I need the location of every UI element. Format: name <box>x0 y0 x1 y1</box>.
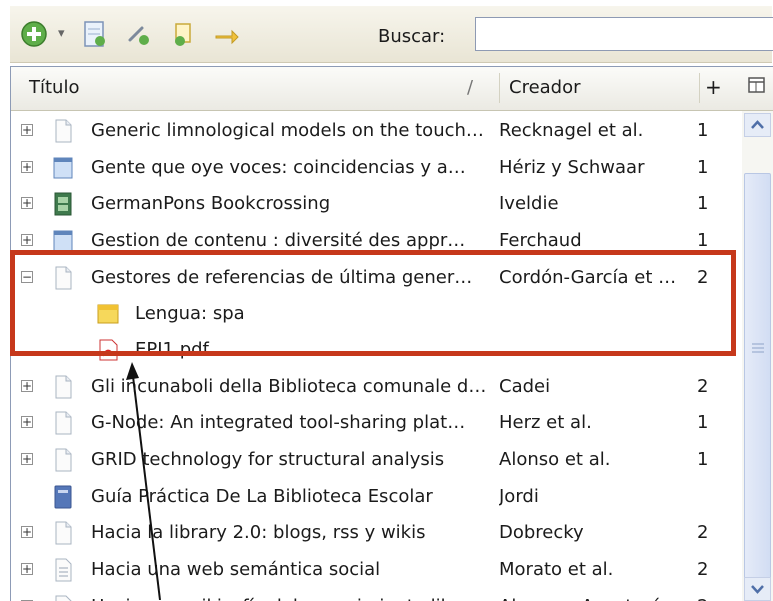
item-attachment-count: 2 <box>697 559 709 580</box>
item-row[interactable]: + GRID technology for structural analysis… <box>11 442 741 478</box>
item-creator: Cadei <box>499 375 551 397</box>
attach-link-icon[interactable] <box>122 18 154 50</box>
new-item-icon[interactable] <box>18 18 50 50</box>
toolbar: ▾ Buscar: <box>10 6 773 63</box>
item-row[interactable]: +Hacia una wikisofía del conocimiento li… <box>11 589 741 601</box>
column-creator-header[interactable]: Creador <box>509 77 581 98</box>
scroll-down-button[interactable] <box>744 577 771 601</box>
column-picker-icon[interactable] <box>746 73 768 101</box>
item-row[interactable]: − Gestores de referencias de última gener… <box>11 260 741 296</box>
column-title-header[interactable]: Título <box>29 77 79 98</box>
item-row[interactable]: Guía Práctica De La Biblioteca Escolar Jo… <box>11 479 741 515</box>
item-creator: Recknagel et al. <box>499 120 644 141</box>
item-attachment-count: 2 <box>697 596 708 601</box>
item-attachment-count: 2 <box>697 266 709 288</box>
dropdown-arrow-icon[interactable]: ▾ <box>58 26 65 41</box>
expand-toggle-icon[interactable]: + <box>21 197 33 210</box>
item-row[interactable]: + Gestion de contenu : diversité des appr… <box>11 223 741 259</box>
item-creator: Alonso et al. <box>499 448 611 470</box>
column-add-button[interactable]: + <box>705 75 722 99</box>
child-item-row[interactable]: Lengua: spa <box>11 297 741 331</box>
column-header: Título / Creador + <box>11 67 773 111</box>
collapse-toggle-icon[interactable]: − <box>21 270 33 283</box>
new-note-icon[interactable] <box>78 18 110 50</box>
expand-toggle-icon[interactable]: + <box>21 452 33 465</box>
item-title: Guía Práctica De La Biblioteca Escolar <box>91 485 433 507</box>
note-icon <box>95 302 121 326</box>
item-attachment-count: 1 <box>697 156 709 178</box>
item-attachment-count: 1 <box>697 230 709 252</box>
expand-toggle-icon[interactable]: + <box>21 234 33 247</box>
item-title: Hacia una web semántica social <box>91 559 381 580</box>
child-item-label: Lengua: spa <box>135 302 245 324</box>
item-title: Gestores de referencias de última gener… <box>91 266 473 288</box>
document-icon <box>51 447 75 473</box>
grip-icon <box>752 343 764 353</box>
pdf-icon <box>95 338 121 362</box>
item-title: Gente que oye voces: coincidencias y a… <box>91 156 466 178</box>
attach-file-icon[interactable] <box>166 18 198 50</box>
item-title: Hacia la library 2.0: blogs, rss y wikis <box>91 522 426 544</box>
report-icon <box>51 557 75 583</box>
webpage-icon <box>51 228 75 254</box>
document-icon <box>51 520 75 546</box>
item-creator: Iveldie <box>499 193 559 215</box>
document-icon <box>51 265 75 291</box>
column-separator[interactable] <box>699 73 700 103</box>
item-attachment-count: 1 <box>697 193 709 215</box>
book-icon <box>51 484 75 510</box>
item-row[interactable]: + GermanPons Bookcrossing Iveldie 1 <box>11 186 741 222</box>
sort-indicator: / <box>467 77 474 98</box>
item-attachment-count: 2 <box>697 375 709 397</box>
document-icon <box>51 118 75 144</box>
item-creator: Ferchaud <box>499 230 582 252</box>
chevron-up-icon <box>751 120 764 129</box>
item-row[interactable]: + Hacia la library 2.0: blogs, rss y wiki… <box>11 515 741 551</box>
film-icon <box>51 191 75 217</box>
child-item-label: EPI1.pdf <box>135 338 209 360</box>
search-input[interactable] <box>475 17 773 51</box>
item-row[interactable]: + Generic limnological models on the touc… <box>11 113 741 149</box>
scroll-thumb[interactable] <box>744 173 771 601</box>
expand-toggle-icon[interactable]: + <box>21 160 33 173</box>
expand-toggle-icon[interactable]: + <box>21 563 33 575</box>
item-creator: Dobrecky <box>499 522 584 544</box>
column-separator[interactable] <box>499 73 500 103</box>
item-creator: Cordón-García et … <box>499 266 677 288</box>
item-attachment-count: 1 <box>697 448 709 470</box>
items-tree[interactable]: Título / Creador + + Generic limnological… <box>10 66 773 601</box>
item-attachment-count: 1 <box>697 120 709 141</box>
document-icon <box>51 410 75 436</box>
item-creator: Herz et al. <box>499 412 592 434</box>
item-title: Hacia una wikisofía del conocimiento lib… <box>91 596 496 601</box>
document-icon <box>51 374 75 400</box>
expand-toggle-icon[interactable]: + <box>21 379 33 392</box>
related-arrow-icon[interactable] <box>210 18 242 50</box>
item-title: Gli incunaboli della Biblioteca comunale… <box>91 375 487 397</box>
item-title: Generic limnological models on the touch… <box>91 120 484 141</box>
item-title: GermanPons Bookcrossing <box>91 193 331 215</box>
vertical-scrollbar[interactable] <box>742 111 773 601</box>
item-creator: Alonso y Auestarán <box>499 596 692 601</box>
chevron-down-icon <box>751 585 764 594</box>
scroll-up-button[interactable] <box>744 113 771 137</box>
item-row[interactable]: + G-Node: An integrated tool-sharing plat… <box>11 405 741 441</box>
item-creator: Morato et al. <box>499 559 614 580</box>
item-title: G-Node: An integrated tool-sharing plat… <box>91 412 466 434</box>
item-title: Gestion de contenu : diversité des appr… <box>91 230 466 252</box>
child-item-row[interactable]: EPI1.pdf <box>11 333 741 367</box>
item-row[interactable]: + Gente que oye voces: coincidencias y a…… <box>11 150 741 186</box>
expand-toggle-icon[interactable]: + <box>21 416 33 429</box>
expand-toggle-icon[interactable]: + <box>21 124 33 136</box>
item-creator: Hériz y Schwaar <box>499 156 645 178</box>
item-title: GRID technology for structural analysis <box>91 448 445 470</box>
expand-toggle-icon[interactable]: + <box>21 526 33 539</box>
item-creator: Jordi <box>499 485 539 507</box>
item-attachment-count: 1 <box>697 412 709 434</box>
item-attachment-count: 2 <box>697 522 709 544</box>
item-row[interactable]: + Gli incunaboli della Biblioteca comunal… <box>11 369 741 405</box>
webpage-icon <box>51 155 75 181</box>
search-label: Buscar: <box>378 26 446 47</box>
item-row[interactable]: + Hacia una web semántica social Morato et… <box>11 552 741 588</box>
